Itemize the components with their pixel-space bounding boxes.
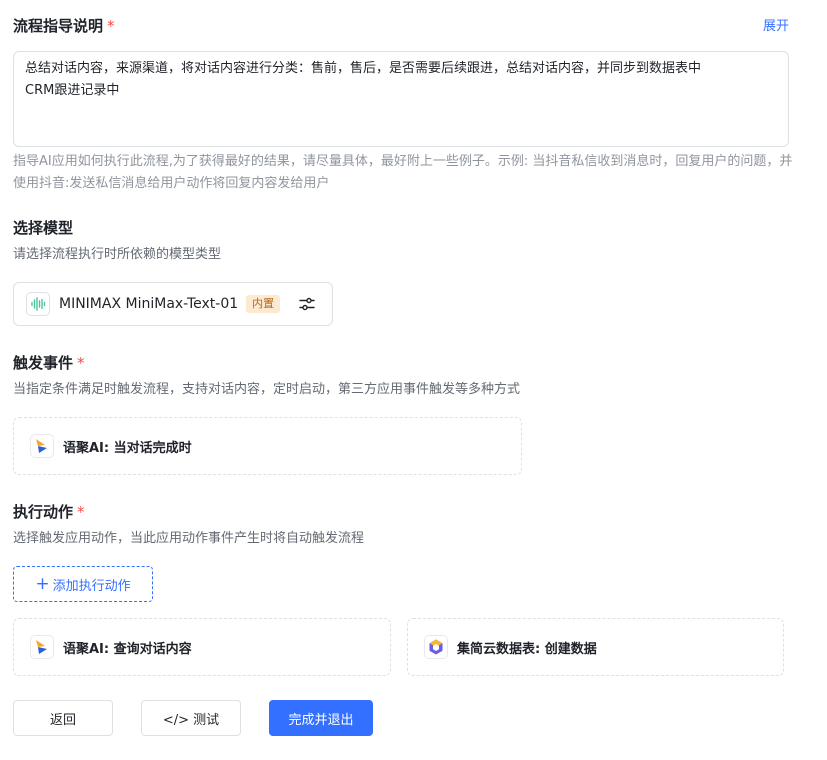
actions-description: 选择触发应用动作，当此应用动作事件产生时将自动触发流程 [13, 531, 365, 546]
trigger-title: 触发事件 * [13, 353, 85, 373]
actions-title-text: 执行动作 [13, 503, 74, 521]
required-mark: * [77, 354, 85, 372]
instructions-title: 流程指导说明 * [13, 16, 115, 36]
instructions-textarea[interactable]: 总结对话内容，来源渠道，将对话内容进行分类：售前，售后，是否需要后续跟进，总结对… [13, 51, 789, 147]
required-mark: * [107, 17, 115, 35]
instructions-text-line1: 总结对话内容，来源渠道，将对话内容进行分类：售前，售后，是否需要后续跟进，总结对… [25, 61, 702, 76]
action-card[interactable]: 语聚AI: 查询对话内容 [13, 618, 391, 676]
jijianyun-logo-icon [424, 635, 448, 659]
yuju-logo-icon [30, 635, 54, 659]
actions-title: 执行动作 * [13, 502, 85, 522]
finish-button[interactable]: 完成并退出 [269, 700, 373, 736]
action-card-label: 语聚AI: 查询对话内容 [63, 641, 192, 657]
required-mark: * [77, 503, 85, 521]
trigger-title-text: 触发事件 [13, 354, 74, 372]
expand-link[interactable]: 展开 [763, 17, 789, 37]
trigger-card[interactable]: 语聚AI: 当对话完成时 [13, 417, 522, 475]
builtin-badge: 内置 [246, 295, 281, 313]
model-description: 请选择流程执行时所依赖的模型类型 [13, 247, 222, 262]
action-card[interactable]: 集简云数据表: 创建数据 [407, 618, 784, 676]
instructions-hint: 指导AI应用如何执行此流程,为了获得最好的结果，请尽量具体，最好附上一些例子。示… [13, 154, 793, 191]
trigger-description: 当指定条件满足时触发流程，支持对话内容，定时启动，第三方应用事件触发等多种方式 [13, 382, 521, 397]
model-name: MINIMAX MiniMax-Text-01 [59, 296, 239, 312]
add-action-button[interactable]: + 添加执行动作 [13, 566, 153, 602]
yuju-logo-icon [30, 434, 54, 458]
test-button[interactable]: </> 测试 [141, 700, 241, 736]
sliders-icon[interactable] [298, 295, 316, 313]
model-selector[interactable]: MINIMAX MiniMax-Text-01 内置 [13, 282, 333, 326]
trigger-card-label: 语聚AI: 当对话完成时 [63, 440, 192, 456]
plus-icon: + [35, 573, 50, 594]
waveform-icon [26, 292, 50, 316]
instructions-title-text: 流程指导说明 [13, 17, 104, 35]
back-button[interactable]: 返回 [13, 700, 113, 736]
model-title: 选择模型 [13, 219, 74, 237]
instructions-text-line2: CRM跟进记录中 [25, 83, 120, 98]
add-action-label: 添加执行动作 [52, 578, 131, 594]
action-card-label: 集简云数据表: 创建数据 [457, 641, 597, 657]
